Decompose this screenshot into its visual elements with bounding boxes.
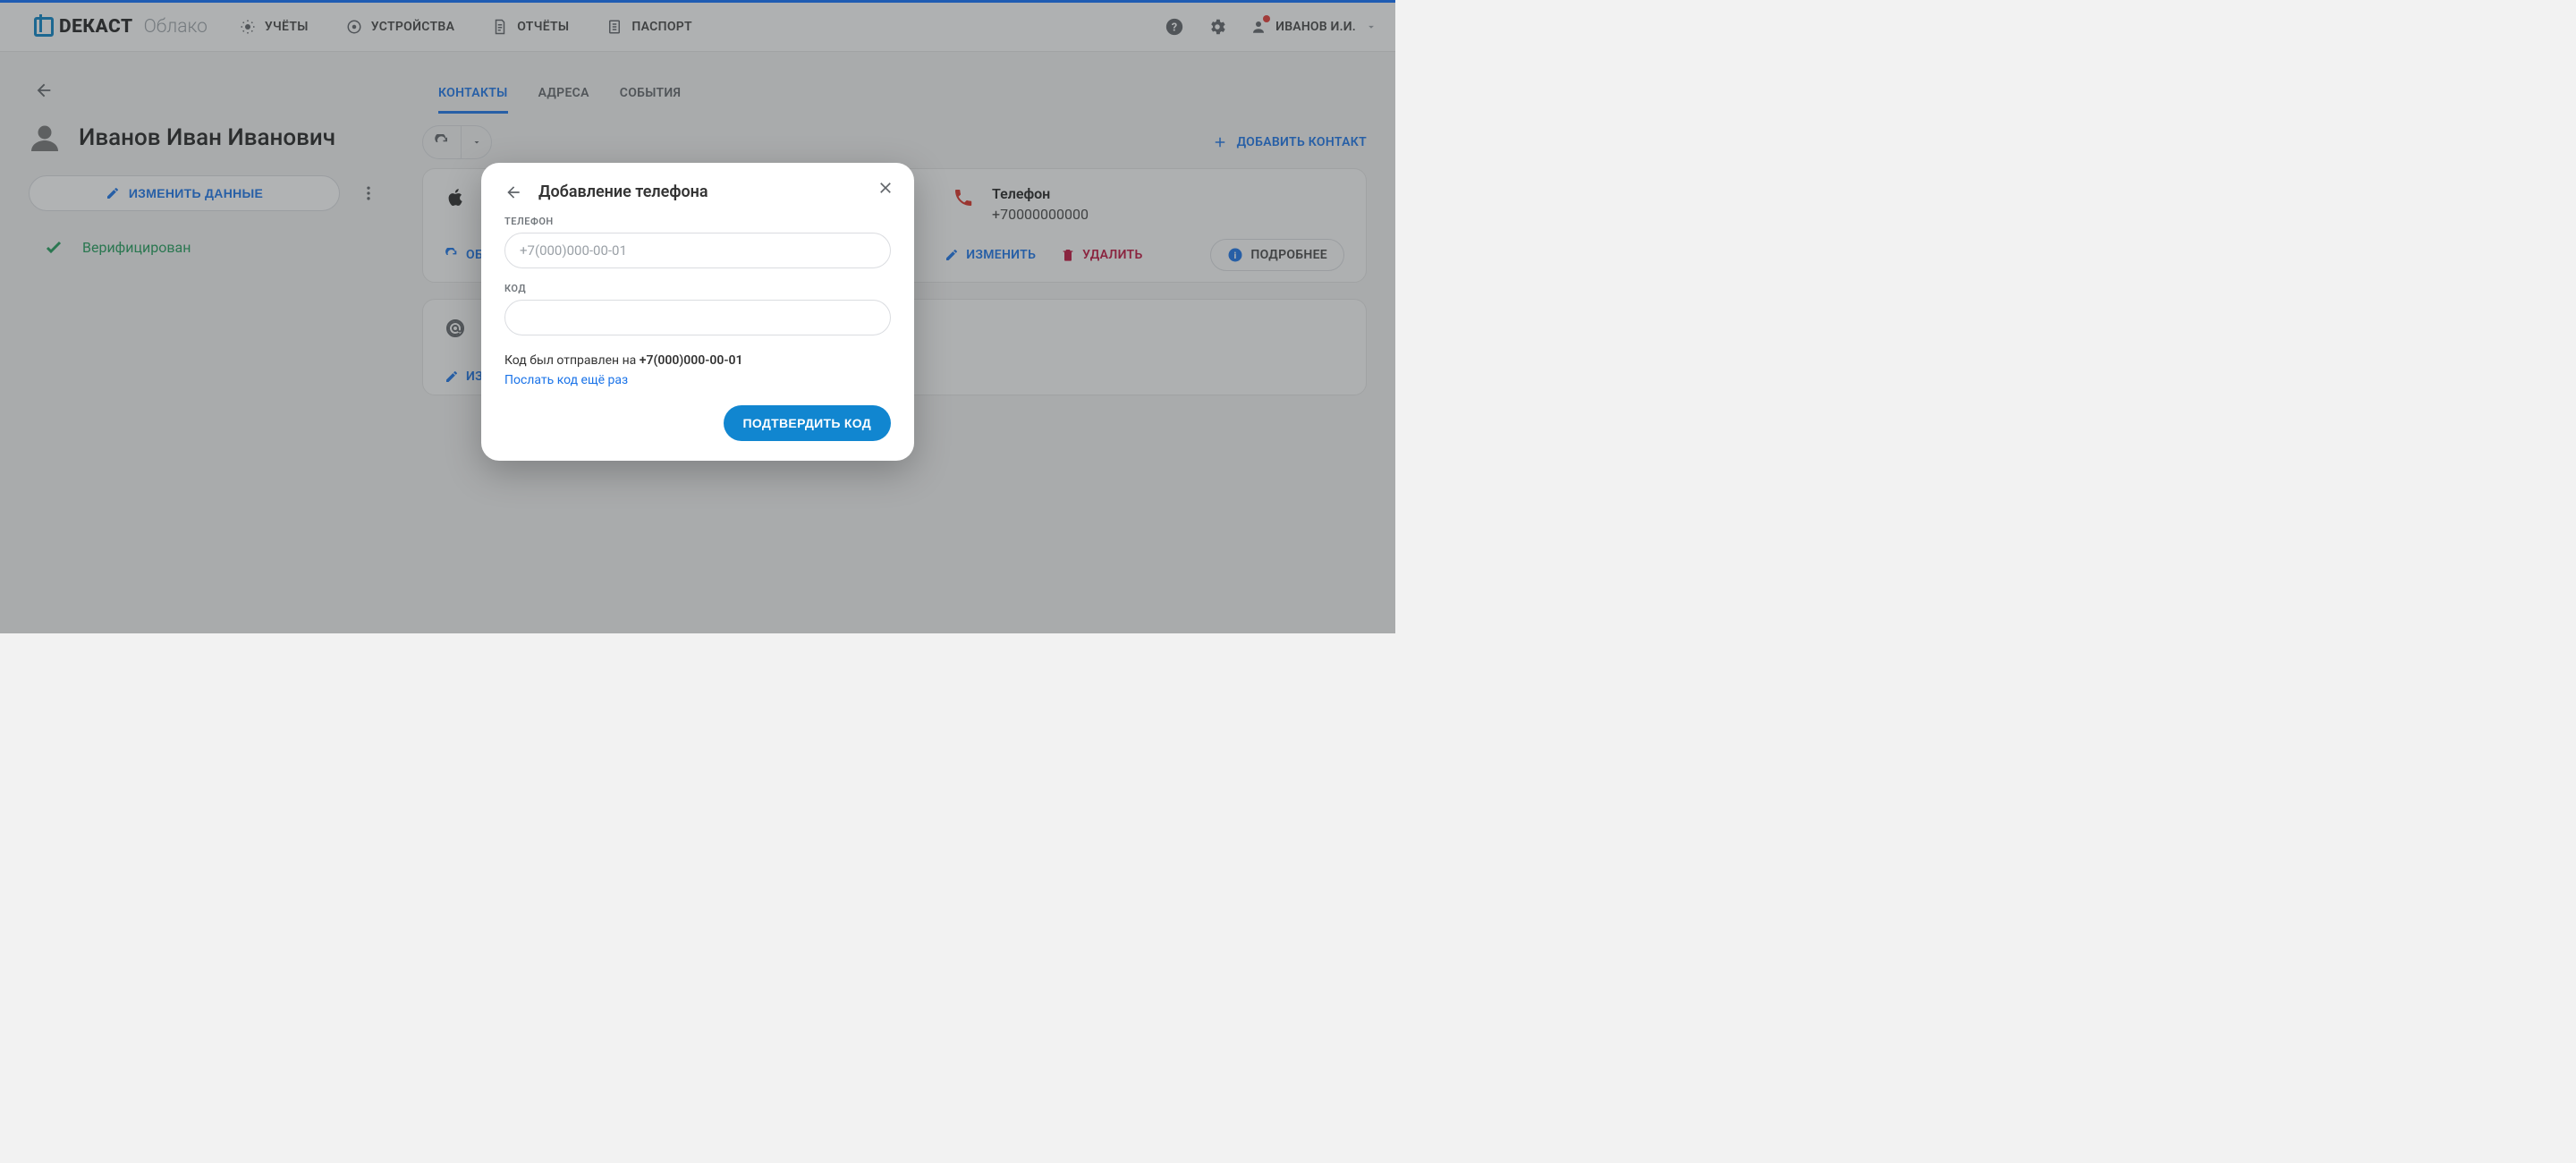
phone-input[interactable] <box>504 233 891 268</box>
dialog-title: Добавление телефона <box>538 183 708 201</box>
code-input[interactable] <box>504 300 891 335</box>
code-sent-text: Код был отправлен на +7(000)000-00-01 <box>504 353 891 368</box>
add-phone-dialog: Добавление телефона ТЕЛЕФОН КОД Код был … <box>481 163 914 461</box>
modal-overlay[interactable]: Добавление телефона ТЕЛЕФОН КОД Код был … <box>0 0 1395 633</box>
resend-code-link[interactable]: Послать код ещё раз <box>504 373 628 387</box>
confirm-code-button[interactable]: ПОДТВЕРДИТЬ КОД <box>724 405 891 441</box>
dialog-back-button[interactable] <box>504 183 522 201</box>
phone-field-label: ТЕЛЕФОН <box>504 216 891 227</box>
close-icon[interactable] <box>877 179 894 197</box>
code-field-label: КОД <box>504 283 891 294</box>
